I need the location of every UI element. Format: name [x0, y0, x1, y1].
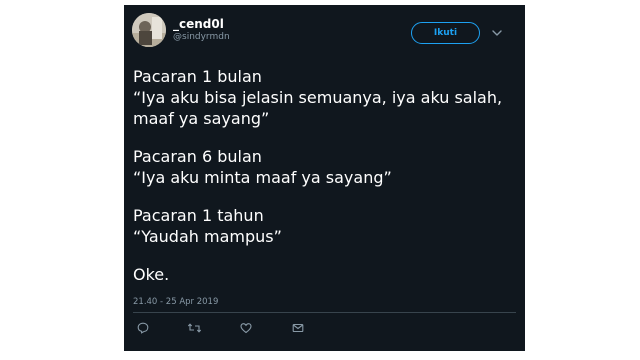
- tweet-text: Pacaran 1 bulan “Iya aku bisa jelasin se…: [133, 66, 518, 285]
- chevron-down-icon[interactable]: [490, 26, 504, 40]
- display-name[interactable]: _cend0l: [173, 17, 224, 31]
- retweet-icon[interactable]: [185, 319, 203, 337]
- tweet-card: _cend0l @sindyrmdn Ikuti Pacaran 1 bulan…: [124, 5, 525, 351]
- tweet-header: _cend0l @sindyrmdn Ikuti: [124, 5, 525, 53]
- tweet-paragraph: Pacaran 6 bulan “Iya aku minta maaf ya s…: [133, 147, 392, 187]
- message-icon[interactable]: [289, 319, 307, 337]
- tweet-paragraph: Pacaran 1 bulan “Iya aku bisa jelasin se…: [133, 67, 503, 128]
- tweet-actions: [124, 319, 525, 339]
- tweet-paragraph: Oke.: [133, 265, 170, 284]
- avatar-image: [132, 13, 166, 47]
- like-icon[interactable]: [237, 319, 255, 337]
- user-handle[interactable]: @sindyrmdn: [173, 32, 230, 43]
- reply-icon[interactable]: [134, 319, 152, 337]
- avatar[interactable]: [132, 13, 166, 47]
- divider: [133, 312, 516, 313]
- follow-button[interactable]: Ikuti: [411, 22, 480, 44]
- tweet-paragraph: Pacaran 1 tahun “Yaudah mampus”: [133, 206, 282, 246]
- tweet-timestamp[interactable]: 21.40 - 25 Apr 2019: [133, 297, 218, 307]
